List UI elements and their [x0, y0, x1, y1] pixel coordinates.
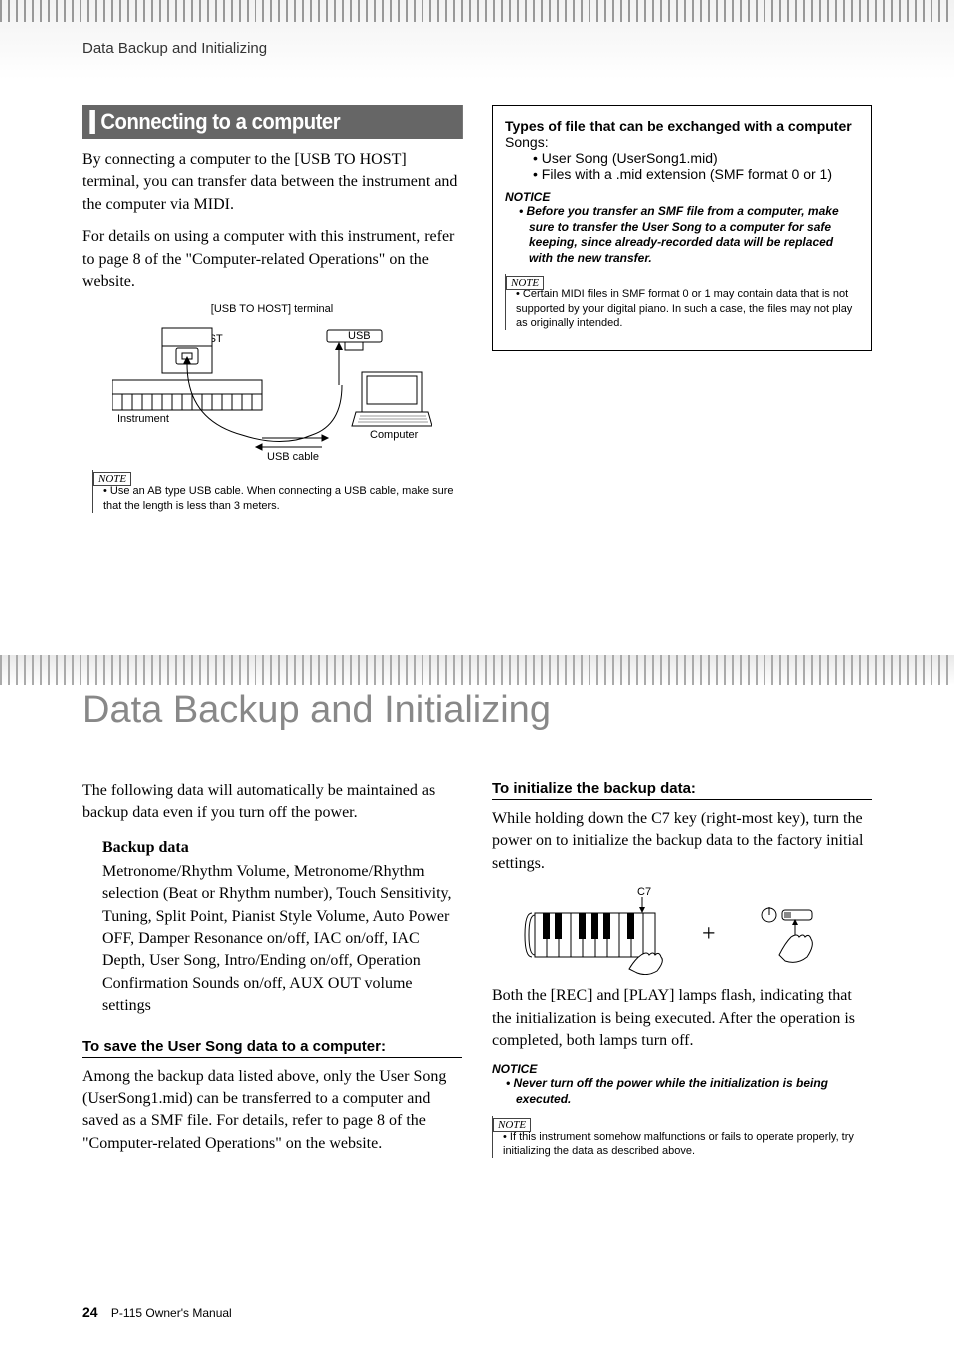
svg-text:Instrument: Instrument: [117, 413, 169, 425]
svg-text:C7: C7: [637, 886, 651, 898]
backup-intro: The following data will automatically be…: [82, 780, 462, 825]
init-body-2: Both the [REC] and [PLAY] lamps flash, i…: [492, 985, 872, 1052]
list-item: Files with a .mid extension (SMF format …: [533, 166, 859, 182]
chapter-heading-area: Data Backup and Initializing: [0, 655, 954, 755]
notice-text: • Before you transfer an SMF file from a…: [529, 204, 859, 266]
init-body-1: While holding down the C7 key (right-mos…: [492, 808, 872, 875]
list-item: User Song (UserSong1.mid): [533, 150, 859, 166]
save-heading: To save the User Song data to a computer…: [82, 1038, 462, 1058]
backup-data-heading: Backup data: [102, 839, 462, 857]
page-footer: 24 P-115 Owner's Manual: [82, 1304, 232, 1320]
svg-text:USB cable: USB cable: [267, 451, 319, 460]
file-types-box: Types of file that can be exchanged with…: [492, 105, 872, 351]
initialize-diagram: C7 +: [492, 885, 872, 975]
para-intro-2: For details on using a computer with thi…: [82, 226, 462, 293]
backup-data-list: Metronome/Rhythm Volume, Metronome/Rhyth…: [102, 861, 462, 1018]
breadcrumb: Data Backup and Initializing: [82, 40, 267, 57]
diagram-caption: [USB TO HOST] terminal: [82, 303, 462, 315]
para-intro-1: By connecting a computer to the [USB TO …: [82, 149, 462, 216]
notice-text-2: • Never turn off the power while the ini…: [516, 1076, 872, 1107]
note-usb-cable: NOTE • Use an AB type USB cable. When co…: [92, 470, 462, 513]
svg-text:Computer: Computer: [370, 429, 419, 441]
notice-label: NOTICE: [505, 190, 859, 204]
doc-title: P-115 Owner's Manual: [111, 1306, 232, 1320]
save-body: Among the backup data listed above, only…: [82, 1066, 462, 1156]
page-number: 24: [82, 1304, 98, 1320]
notice-label-2: NOTICE: [492, 1062, 872, 1076]
init-heading: To initialize the backup data:: [492, 780, 872, 800]
usb-connection-diagram: USB TO HOST Instrument: [82, 320, 462, 460]
section-heading-connecting: Connecting to a computer: [82, 105, 463, 139]
svg-text:USB: USB: [348, 330, 371, 342]
chapter-title: Data Backup and Initializing: [82, 689, 551, 732]
svg-text:+: +: [702, 921, 716, 947]
